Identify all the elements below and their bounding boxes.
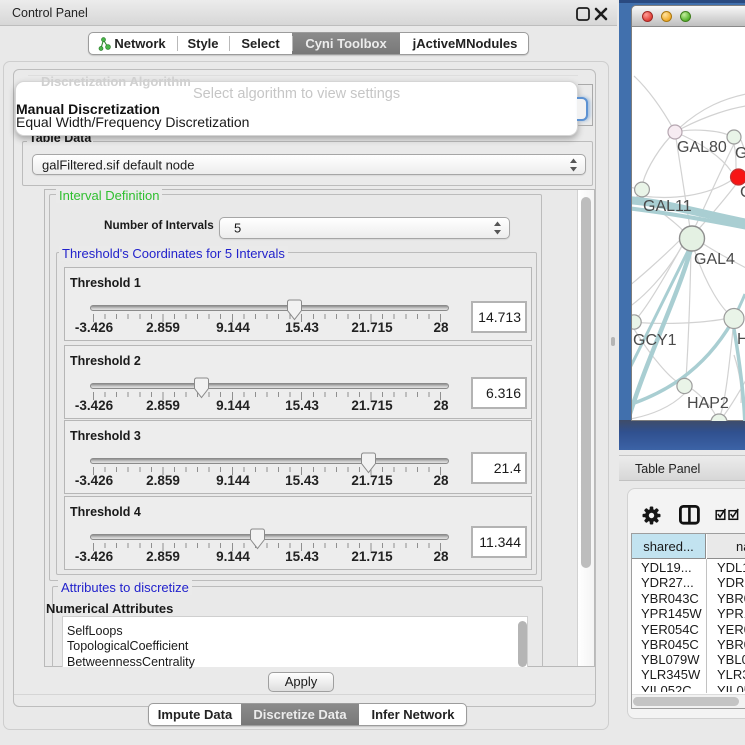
- svg-text:GA: GA: [735, 145, 745, 162]
- svg-text:GAL11: GAL11: [643, 198, 692, 215]
- svg-text:C: C: [740, 184, 745, 201]
- svg-text:HAP2: HAP2: [687, 395, 729, 412]
- svg-text:GAL4: GAL4: [694, 251, 735, 268]
- svg-text:GCY1: GCY1: [633, 332, 677, 349]
- svg-text:H: H: [737, 331, 745, 348]
- svg-text:GAL80: GAL80: [677, 139, 727, 156]
